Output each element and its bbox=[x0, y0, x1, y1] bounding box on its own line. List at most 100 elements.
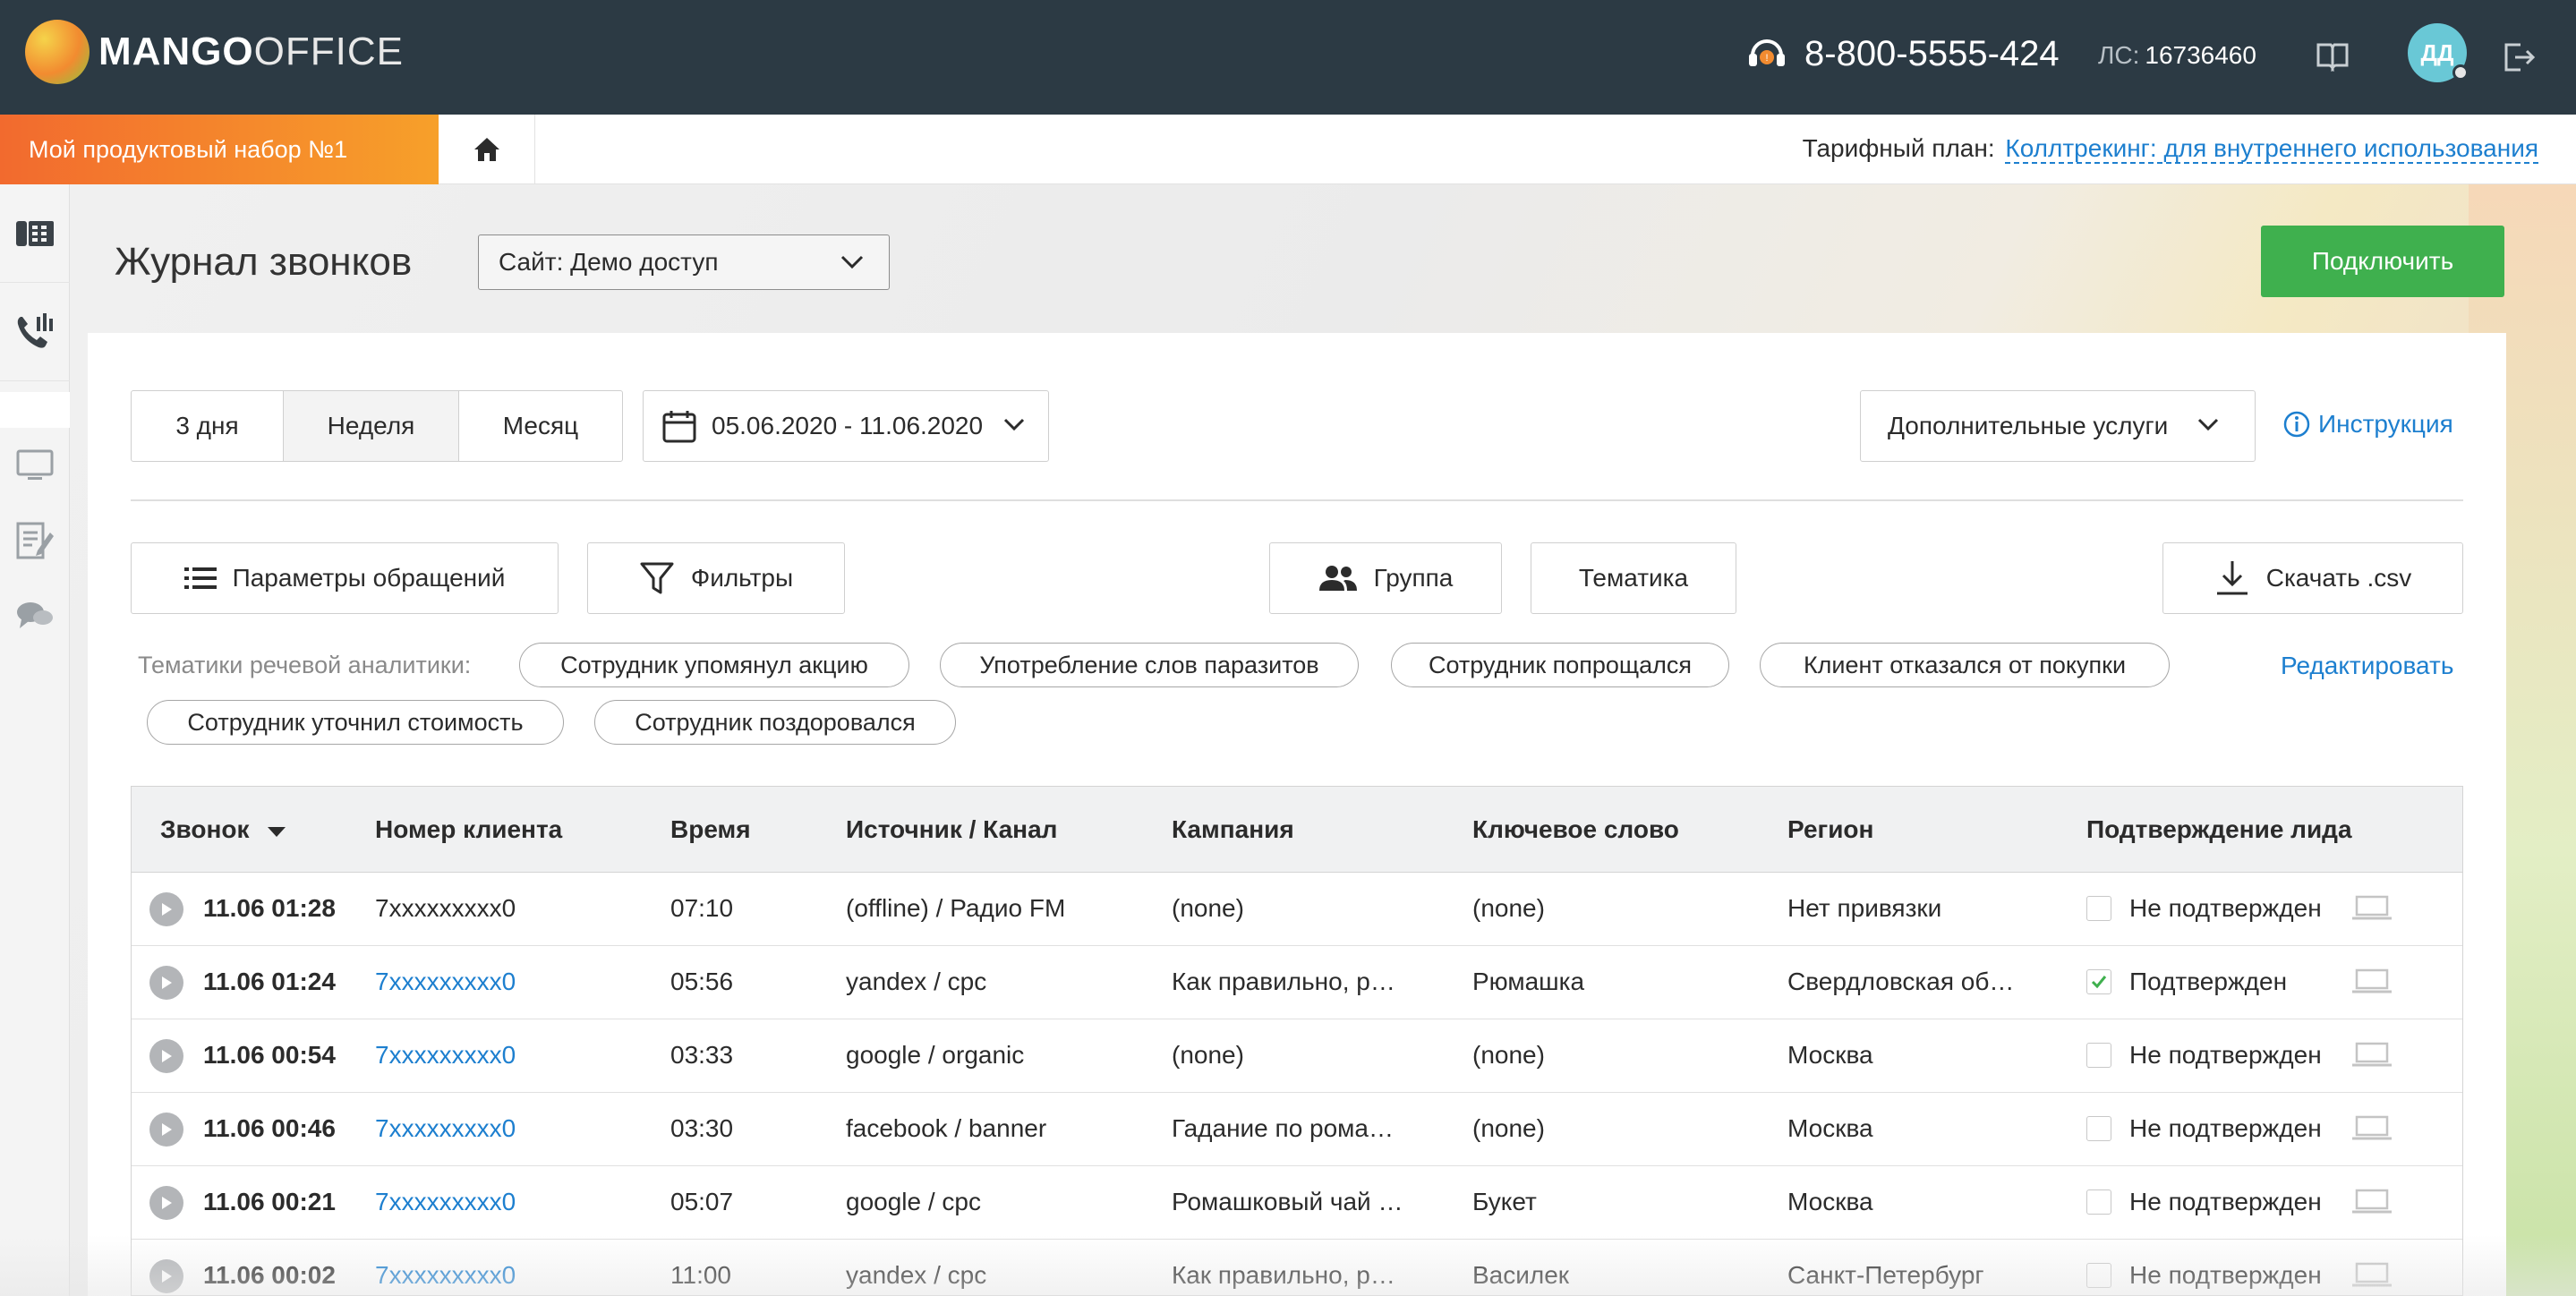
lead-confirm-checkbox[interactable] bbox=[2086, 1189, 2111, 1215]
column-source[interactable]: Источник / Канал bbox=[846, 815, 1057, 844]
product-set[interactable]: Мой продуктовый набор №1 bbox=[0, 115, 439, 184]
group-button[interactable]: Группа bbox=[1269, 542, 1502, 614]
avatar[interactable]: ДД bbox=[2408, 23, 2469, 82]
account-value: 16736460 bbox=[2145, 41, 2256, 69]
rail-item-calls[interactable] bbox=[0, 283, 70, 381]
column-time[interactable]: Время bbox=[670, 815, 751, 844]
table-row[interactable]: 11.06 00:54 7xxxxxxxxx0 03:33 google / orga… bbox=[132, 1019, 2462, 1093]
topic-chip[interactable]: Сотрудник упомянул акцию bbox=[519, 643, 909, 687]
laptop-icon[interactable] bbox=[2351, 1041, 2393, 1072]
lead-confirm-checkbox[interactable] bbox=[2086, 896, 2111, 921]
info-icon bbox=[2283, 411, 2310, 438]
cell-number[interactable]: 7xxxxxxxxx0 bbox=[375, 1261, 516, 1290]
download-csv-button[interactable]: Скачать .csv bbox=[2162, 542, 2463, 614]
edit-topics-link[interactable]: Редактировать bbox=[2281, 652, 2453, 680]
table-row[interactable]: 11.06 01:28 7xxxxxxxxx0 07:10 (offline) / Р… bbox=[132, 873, 2462, 946]
top-bar: MANGOOFFICE ! 8-800-5555-424 ЛС: 16736460… bbox=[0, 0, 2576, 115]
lead-confirm-checkbox[interactable] bbox=[2086, 1116, 2111, 1141]
table-row[interactable]: 11.06 01:24 7xxxxxxxxx0 05:56 yandex / cpc К… bbox=[132, 946, 2462, 1019]
period-month[interactable]: Месяц bbox=[459, 391, 622, 461]
filters-button[interactable]: Фильтры bbox=[587, 542, 845, 614]
cell-keyword: Василек bbox=[1472, 1261, 1570, 1289]
column-number[interactable]: Номер клиента bbox=[375, 815, 562, 844]
column-region[interactable]: Регион bbox=[1787, 815, 1873, 844]
play-record-icon[interactable] bbox=[149, 966, 183, 1000]
logo-word-light: OFFICE bbox=[253, 30, 404, 73]
column-lead-confirmation[interactable]: Подтверждение лида bbox=[2086, 815, 2352, 844]
cell-source: google / organic bbox=[846, 1041, 1025, 1069]
play-record-icon[interactable] bbox=[149, 1259, 183, 1293]
tariff-plan: Тарифный план: Коллтрекинг: для внутренн… bbox=[1803, 134, 2538, 164]
laptop-icon[interactable] bbox=[2351, 894, 2393, 925]
cell-number[interactable]: 7xxxxxxxxx0 bbox=[375, 1041, 516, 1070]
table-row[interactable]: 11.06 00:21 7xxxxxxxxx0 05:07 google / cpc Р… bbox=[132, 1166, 2462, 1240]
topic-chip[interactable]: Сотрудник уточнил стоимость bbox=[147, 700, 564, 745]
rail-item-phonebook[interactable] bbox=[0, 184, 70, 283]
topic-chip[interactable]: Сотрудник поздоровался bbox=[594, 700, 956, 745]
book-icon[interactable] bbox=[2315, 39, 2350, 72]
tariff-link[interactable]: Коллтрекинг: для внутреннего использован… bbox=[2005, 134, 2538, 164]
cell-keyword: (none) bbox=[1472, 894, 1545, 922]
monitor-icon bbox=[16, 449, 54, 480]
cell-campaign: Гадание по рома… bbox=[1172, 1114, 1395, 1142]
column-call[interactable]: Звонок bbox=[160, 815, 286, 844]
column-keyword[interactable]: Ключевое слово bbox=[1472, 815, 1679, 844]
period-3-days[interactable]: 3 дня bbox=[132, 391, 284, 461]
avatar-initials: ДД bbox=[2420, 38, 2454, 66]
table-row[interactable]: 11.06 00:46 7xxxxxxxxx0 03:30 facebook / ba… bbox=[132, 1093, 2462, 1166]
home-icon bbox=[473, 138, 499, 161]
connect-button[interactable]: Подключить bbox=[2261, 226, 2504, 297]
play-record-icon[interactable] bbox=[149, 1186, 183, 1220]
cell-time: 11:00 bbox=[670, 1261, 731, 1289]
laptop-icon[interactable] bbox=[2351, 1261, 2393, 1292]
play-record-icon[interactable] bbox=[149, 892, 183, 926]
play-record-icon[interactable] bbox=[149, 1113, 183, 1147]
status-dot bbox=[2452, 64, 2469, 81]
call-params-button[interactable]: Параметры обращений bbox=[131, 542, 559, 614]
laptop-icon[interactable] bbox=[2351, 968, 2393, 999]
call-params-label: Параметры обращений bbox=[232, 564, 506, 592]
logout-icon[interactable] bbox=[2501, 39, 2537, 75]
lead-confirm-checkbox[interactable] bbox=[2086, 1043, 2111, 1068]
support-phone[interactable]: ! 8-800-5555-424 bbox=[1744, 30, 2060, 77]
cell-time: 05:56 bbox=[670, 968, 734, 995]
lead-confirm-checkbox[interactable] bbox=[2086, 1263, 2111, 1288]
cell-number[interactable]: 7xxxxxxxxx0 bbox=[375, 1188, 516, 1216]
cell-number[interactable]: 7xxxxxxxxx0 bbox=[375, 1114, 516, 1143]
laptop-icon[interactable] bbox=[2351, 1114, 2393, 1146]
instruction-link[interactable]: Инструкция bbox=[2282, 410, 2453, 439]
topic-chip[interactable]: Клиент отказался от покупки bbox=[1760, 643, 2170, 687]
column-campaign[interactable]: Кампания bbox=[1172, 815, 1294, 844]
table-row[interactable]: 11.06 00:02 7xxxxxxxxx0 11:00 yandex / cpc К… bbox=[132, 1240, 2462, 1295]
cell-time: 03:33 bbox=[670, 1041, 734, 1069]
laptop-icon[interactable] bbox=[2351, 1188, 2393, 1219]
period-week[interactable]: Неделя bbox=[284, 391, 459, 461]
extra-services-dropdown[interactable]: Дополнительные услуги bbox=[1860, 390, 2256, 462]
logo[interactable]: MANGOOFFICE bbox=[25, 20, 404, 84]
date-range-value: 05.06.2020 - 11.06.2020 bbox=[712, 412, 984, 439]
topic-chip[interactable]: Употребление слов паразитов bbox=[940, 643, 1359, 687]
site-select[interactable]: Сайт: Демо доступ bbox=[478, 234, 890, 290]
chevron-down-icon bbox=[840, 255, 864, 269]
filter-icon bbox=[640, 562, 674, 594]
topic-chip[interactable]: Сотрудник попрощался bbox=[1391, 643, 1729, 687]
play-record-icon[interactable] bbox=[149, 1039, 183, 1073]
date-range-picker[interactable]: 05.06.2020 - 11.06.2020 bbox=[643, 390, 1049, 462]
cell-number[interactable]: 7xxxxxxxxx0 bbox=[375, 968, 516, 996]
rail-item-reports[interactable] bbox=[0, 503, 70, 578]
home-button[interactable] bbox=[439, 115, 535, 184]
cell-campaign: (none) bbox=[1172, 1041, 1244, 1069]
cell-time: 07:10 bbox=[670, 894, 734, 922]
cell-call: 11.06 00:21 bbox=[203, 1188, 336, 1215]
theme-button[interactable]: Тематика bbox=[1531, 542, 1736, 614]
cell-region: Москва bbox=[1787, 1114, 1873, 1142]
rail-item-monitor[interactable] bbox=[0, 428, 70, 503]
cell-source: yandex / cpc bbox=[846, 968, 987, 995]
lead-confirm-checkbox[interactable] bbox=[2086, 969, 2111, 994]
logo-mark bbox=[25, 20, 90, 84]
cell-number: 7xxxxxxxxx0 bbox=[375, 894, 516, 922]
calls-journal-card: 3 дня Неделя Месяц 05.06.2020 - 11.06.20… bbox=[88, 333, 2506, 1296]
rail-item-chat[interactable] bbox=[0, 578, 70, 653]
cell-call: 11.06 01:28 bbox=[203, 894, 336, 922]
cell-lead-status: Подтвержден bbox=[2129, 968, 2288, 995]
